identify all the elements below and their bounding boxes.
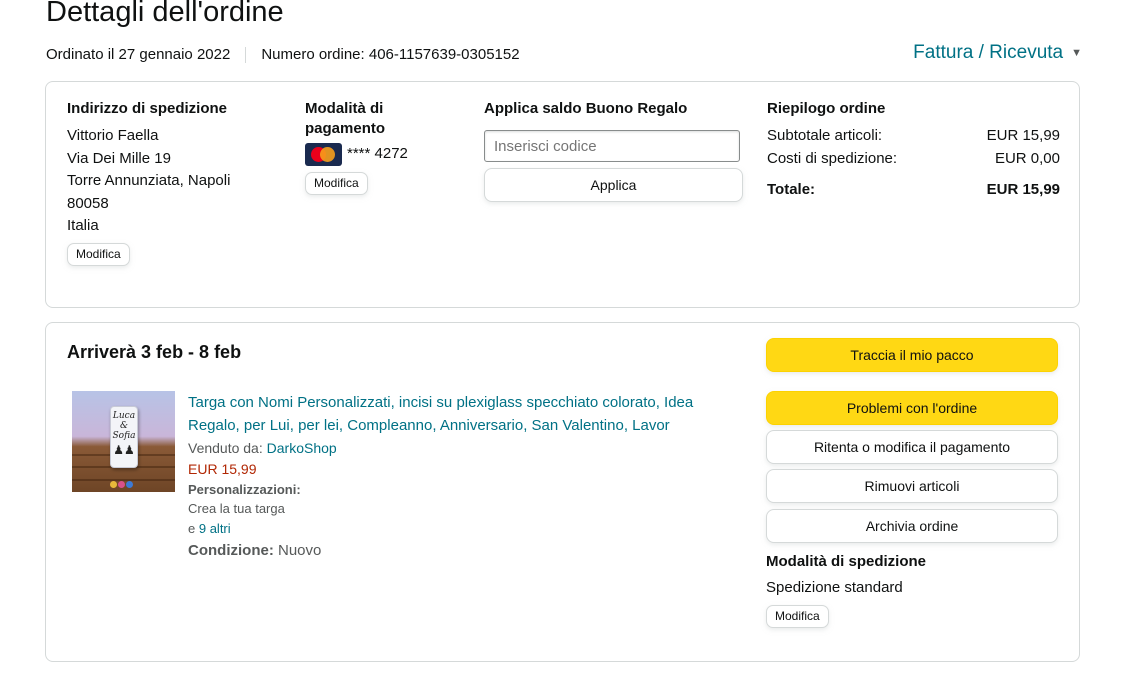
order-meta: Ordinato il 27 gennaio 2022 Numero ordin… bbox=[46, 46, 520, 63]
product-plate-graphic: Luca & Sofia ♟♟ bbox=[110, 406, 138, 468]
gift-card-heading: Applica saldo Buono Regalo bbox=[484, 100, 688, 117]
shipping-address-lines: Vittorio Faella Via Dei Mille 19 Torre A… bbox=[67, 125, 267, 238]
gift-card-section: Applica saldo Buono Regalo Applica bbox=[484, 99, 746, 202]
edit-payment-button[interactable]: Modifica bbox=[305, 172, 368, 195]
page-title: Dettagli dell'ordine bbox=[46, 0, 284, 28]
color-dot bbox=[110, 481, 117, 488]
order-number: Numero ordine: 406-1157639-0305152 bbox=[261, 46, 520, 63]
gift-code-input[interactable] bbox=[484, 130, 740, 162]
more-prefix: e bbox=[188, 521, 196, 536]
remove-items-button[interactable]: Rimuovi articoli bbox=[766, 469, 1058, 503]
shipping-method-value: Spedizione standard bbox=[766, 579, 903, 596]
subtotal-value: EUR 15,99 bbox=[986, 127, 1060, 144]
customizations-label: Personalizzazioni: bbox=[188, 482, 301, 497]
track-package-button[interactable]: Traccia il mio pacco bbox=[766, 338, 1058, 372]
order-problems-button[interactable]: Problemi con l'ordine bbox=[766, 391, 1058, 425]
invoice-link-label: Fattura / Ricevuta bbox=[913, 42, 1064, 63]
mastercard-icon bbox=[305, 143, 342, 166]
card-number: **** 4272 bbox=[347, 145, 408, 163]
payment-section: Modalità di pagamento **** 4272 Modifica bbox=[305, 99, 455, 195]
color-dot bbox=[126, 481, 133, 488]
customization-value: Crea la tua targa bbox=[188, 501, 285, 516]
retry-payment-button[interactable]: Ritenta o modifica il pagamento bbox=[766, 430, 1058, 464]
sold-by-row: Venduto da: DarkoShop bbox=[188, 438, 748, 459]
product-image[interactable]: Luca & Sofia ♟♟ bbox=[72, 391, 175, 492]
payment-heading-line2: pagamento bbox=[305, 120, 386, 137]
subtotal-row: Subtotale articoli: EUR 15,99 bbox=[767, 125, 1060, 148]
item-title-line2: Regalo, per Lui, per lei, Compleanno, An… bbox=[188, 416, 670, 434]
address-line: Via Dei Mille 19 bbox=[67, 149, 171, 167]
condition-row: Condizione: Nuovo bbox=[188, 540, 748, 563]
sold-by-label: Venduto da: bbox=[188, 440, 263, 456]
chevron-down-icon: ▼ bbox=[1071, 47, 1082, 59]
address-line: Vittorio Faella bbox=[67, 127, 159, 144]
order-date: Ordinato il 27 gennaio 2022 bbox=[46, 46, 231, 63]
apply-gift-button[interactable]: Applica bbox=[484, 168, 743, 202]
more-customizations: e 9 altri bbox=[188, 518, 748, 540]
item-price: EUR 15,99 bbox=[188, 461, 257, 477]
invoice-dropdown[interactable]: Fattura / Ricevuta ▼ bbox=[913, 42, 1082, 64]
shipment-box: Arriverà 3 feb - 8 feb Targa con Nomi Pe… bbox=[45, 322, 1080, 662]
condition-label: Condizione: bbox=[188, 542, 274, 559]
plate-name-2: Sofia bbox=[112, 431, 136, 441]
meta-divider bbox=[245, 46, 247, 63]
payment-heading-line1: Modalità di bbox=[305, 100, 384, 117]
total-row: Totale: EUR 15,99 bbox=[767, 180, 1060, 200]
subtotal-label: Subtotale articoli: bbox=[767, 127, 883, 144]
arrival-heading: Arriverà 3 feb - 8 feb bbox=[67, 342, 242, 362]
order-summary-box: Indirizzo di spedizione Vittorio Faella … bbox=[45, 81, 1080, 308]
item-details: Targa con Nomi Personalizzati, incisi su… bbox=[188, 392, 748, 563]
edit-shipping-method-button[interactable]: Modifica bbox=[766, 604, 829, 628]
shipping-address-section: Indirizzo di spedizione Vittorio Faella … bbox=[67, 99, 267, 266]
address-line: Italia bbox=[67, 217, 99, 234]
archive-order-button[interactable]: Archivia ordine bbox=[766, 509, 1058, 543]
total-value: EUR 15,99 bbox=[986, 181, 1060, 198]
payment-card: **** 4272 bbox=[305, 143, 455, 166]
couple-icon: ♟♟ bbox=[113, 443, 135, 457]
shipping-cost-value: EUR 0,00 bbox=[994, 149, 1060, 167]
edit-address-button[interactable]: Modifica bbox=[67, 242, 130, 266]
shipping-cost-label: Costi di spedizione: bbox=[767, 149, 898, 167]
plate-name-1: Luca bbox=[112, 411, 136, 421]
order-totals-heading: Riepilogo ordine bbox=[767, 100, 886, 117]
seller-link[interactable]: DarkoShop bbox=[267, 440, 337, 456]
order-totals-section: Riepilogo ordine Subtotale articoli: EUR… bbox=[767, 99, 1060, 200]
condition-value: Nuovo bbox=[278, 542, 322, 559]
shipping-method-heading: Modalità di spedizione bbox=[766, 553, 927, 570]
item-title-link[interactable]: Targa con Nomi Personalizzati, incisi su… bbox=[188, 392, 748, 437]
address-line: Torre Annunziata, Napoli bbox=[67, 172, 231, 189]
order-actions: Traccia il mio pacco Problemi con l'ordi… bbox=[766, 338, 1058, 628]
shipping-address-heading: Indirizzo di spedizione bbox=[67, 100, 228, 117]
color-dot bbox=[118, 481, 125, 488]
plate-ampersand: & bbox=[119, 421, 128, 431]
more-customizations-link[interactable]: 9 altri bbox=[199, 521, 231, 536]
item-title-line1: Targa con Nomi Personalizzati, incisi su… bbox=[188, 394, 694, 411]
total-label: Totale: bbox=[767, 181, 816, 198]
shipping-cost-row: Costi di spedizione: EUR 0,00 bbox=[767, 148, 1060, 171]
address-line: 80058 bbox=[67, 194, 109, 212]
